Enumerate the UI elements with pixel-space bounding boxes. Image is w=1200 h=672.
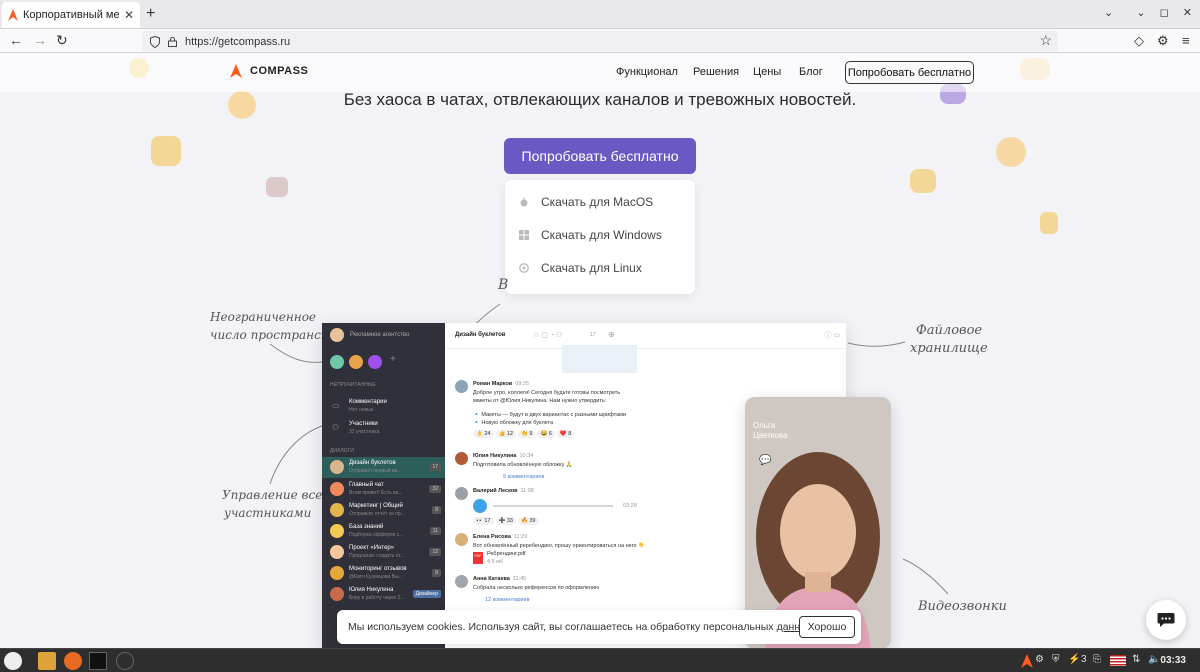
tab-title: Корпоративный мессендж xyxy=(23,9,120,21)
space-avatar xyxy=(330,355,344,369)
forward-icon[interactable]: → xyxy=(33,32,47,48)
chat-row: Мониторинг отзывов @Катя Кузнецова Вы... 8 xyxy=(322,563,445,584)
image-preview xyxy=(562,345,637,373)
support-chat-button[interactable] xyxy=(1146,600,1186,640)
network-icon[interactable]: ⇅ xyxy=(1132,654,1140,665)
close-tab-icon[interactable]: ✕ xyxy=(124,8,134,22)
message: Анна Катаева 11:45 Собрала несколько рефе… xyxy=(455,575,715,605)
clipboard-icon[interactable]: ⎘ xyxy=(1093,654,1101,665)
message-bubble-icon: 💬 xyxy=(759,455,772,466)
us-flag-icon[interactable] xyxy=(1110,655,1126,666)
app-icon[interactable] xyxy=(116,652,134,670)
app-sidebar: Рекламное агентство + НЕПРОЧИТАННЫЕ ▭ Ко… xyxy=(322,323,445,648)
terminal-icon[interactable] xyxy=(89,652,107,670)
chat-header-icons: ☆ ▢ ◔ ⚇ xyxy=(533,332,563,339)
lock-icon xyxy=(168,36,177,47)
workspace-name: Рекламное агентство xyxy=(350,332,410,338)
browser-tab[interactable]: Корпоративный мессендж ✕ xyxy=(2,2,140,28)
workspace-avatar xyxy=(330,328,344,342)
menu-icon[interactable]: ≡ xyxy=(1182,33,1190,48)
section-unread: НЕПРОЧИТАННЫЕ xyxy=(330,382,376,388)
start-menu-icon[interactable] xyxy=(4,652,22,670)
message: Валерий Лесков 11:08 03:28 👀 17 ➕ 33 🔥 39 xyxy=(455,487,715,525)
cookie-text: Мы используем cookies. Используя сайт, в… xyxy=(348,621,774,633)
chat-row: Маркетинг | Общий Отправьте отчёт за пр..… xyxy=(322,500,445,521)
chat-row: База знаний Подборка офферов с... 11 xyxy=(322,521,445,542)
caller-name: Ольга Цветкова xyxy=(753,421,788,440)
maximize-icon[interactable]: ◻ xyxy=(1160,6,1169,19)
pinned-row: ▭ Комментарии Нет новых xyxy=(332,399,387,413)
browser-nav-bar: ← → ↻ https://getcompass.ru ☆ ◇ ⚙ ≡ xyxy=(0,29,1200,53)
firefox-icon[interactable] xyxy=(64,652,82,670)
play-icon xyxy=(473,498,487,513)
volume-icon[interactable]: 🔈 xyxy=(1148,654,1160,665)
compass-tray-icon[interactable] xyxy=(1018,652,1036,670)
message: Роман Марков 09:25 Доброе утро, коллеги! … xyxy=(455,380,715,438)
extensions-icon[interactable]: ⚙ xyxy=(1157,33,1169,49)
space-avatar xyxy=(349,355,363,369)
pdf-icon: PDF xyxy=(473,552,483,564)
new-tab-icon[interactable]: + xyxy=(146,5,155,23)
chat-row: Главный чат Всем привет! Есть ва... 32 xyxy=(322,479,445,500)
users-icon: ⚇ xyxy=(332,423,340,432)
cookie-banner: Мы используем cookies. Используя сайт, в… xyxy=(337,610,861,644)
pocket-icon[interactable]: ◇ xyxy=(1134,33,1144,49)
files-icon[interactable] xyxy=(38,652,56,670)
chat-title: Дизайн буклетов xyxy=(455,332,506,338)
url-text: https://getcompass.ru xyxy=(185,35,291,48)
chat-bubble-icon xyxy=(1157,613,1175,627)
list-tabs-icon[interactable]: ⌄ xyxy=(1104,6,1113,19)
address-bar[interactable]: https://getcompass.ru ☆ xyxy=(142,31,1058,52)
audio-waveform xyxy=(493,504,613,507)
shield-icon xyxy=(150,35,160,48)
members-count: 17 xyxy=(590,332,596,338)
minimize-icon[interactable]: ⌄ xyxy=(1136,6,1145,19)
web-page: COMPASS Функционал Решения Цены Блог Поп… xyxy=(0,54,1200,648)
close-window-icon[interactable]: ✕ xyxy=(1183,6,1192,19)
space-avatar xyxy=(368,355,382,369)
comments-icon: ▭ xyxy=(332,401,340,410)
pinned-row: ⚇ Участники 32 участника xyxy=(332,421,380,435)
add-space-icon: + xyxy=(390,354,396,365)
update-manager-icon[interactable]: ⚙ xyxy=(1035,654,1044,665)
message: Елена Рисова 11:29 Вот обновлённый реребе… xyxy=(455,533,715,566)
add-icon: ⊕ xyxy=(608,330,615,339)
compass-favicon-icon xyxy=(8,9,18,21)
clock: 03:33 xyxy=(1160,655,1186,666)
chat-row: Проект «Интер» Предлагаю создать от... 12 xyxy=(322,542,445,563)
section-dialogs: ДИАЛОГИ xyxy=(330,448,354,454)
bookmark-star-icon[interactable]: ☆ xyxy=(1039,32,1052,49)
accept-cookies-button[interactable]: Хорошо xyxy=(799,616,855,638)
workspace-icon[interactable]: ⚡ xyxy=(1068,654,1080,665)
info-folder-icons: ⓘ ▭ xyxy=(824,332,840,339)
os-taskbar: ⚙ ⛨ ⚡ 3 ⎘ ⇅ 🔈 03:33 xyxy=(0,648,1200,672)
chat-row: Дизайн буклетов Отправил первый ва... 17 xyxy=(322,457,445,478)
browser-tab-bar: Корпоративный мессендж ✕ + ⌄ ⌄ ◻ ✕ xyxy=(0,0,1200,29)
chat-header: Дизайн буклетов ☆ ▢ ◔ ⚇ 17 ⊕ ⓘ ▭ xyxy=(445,323,846,349)
workspace-number: 3 xyxy=(1081,654,1087,665)
message: Юлия Никулина 10:34 Подготовила обновлённ… xyxy=(455,452,715,482)
security-shield-icon[interactable]: ⛨ xyxy=(1052,654,1060,665)
reload-icon[interactable]: ↻ xyxy=(56,32,68,49)
back-icon[interactable]: ← xyxy=(9,32,23,48)
chat-row: Юлия Никулина Беру в работу через 2... Диз… xyxy=(322,584,445,605)
